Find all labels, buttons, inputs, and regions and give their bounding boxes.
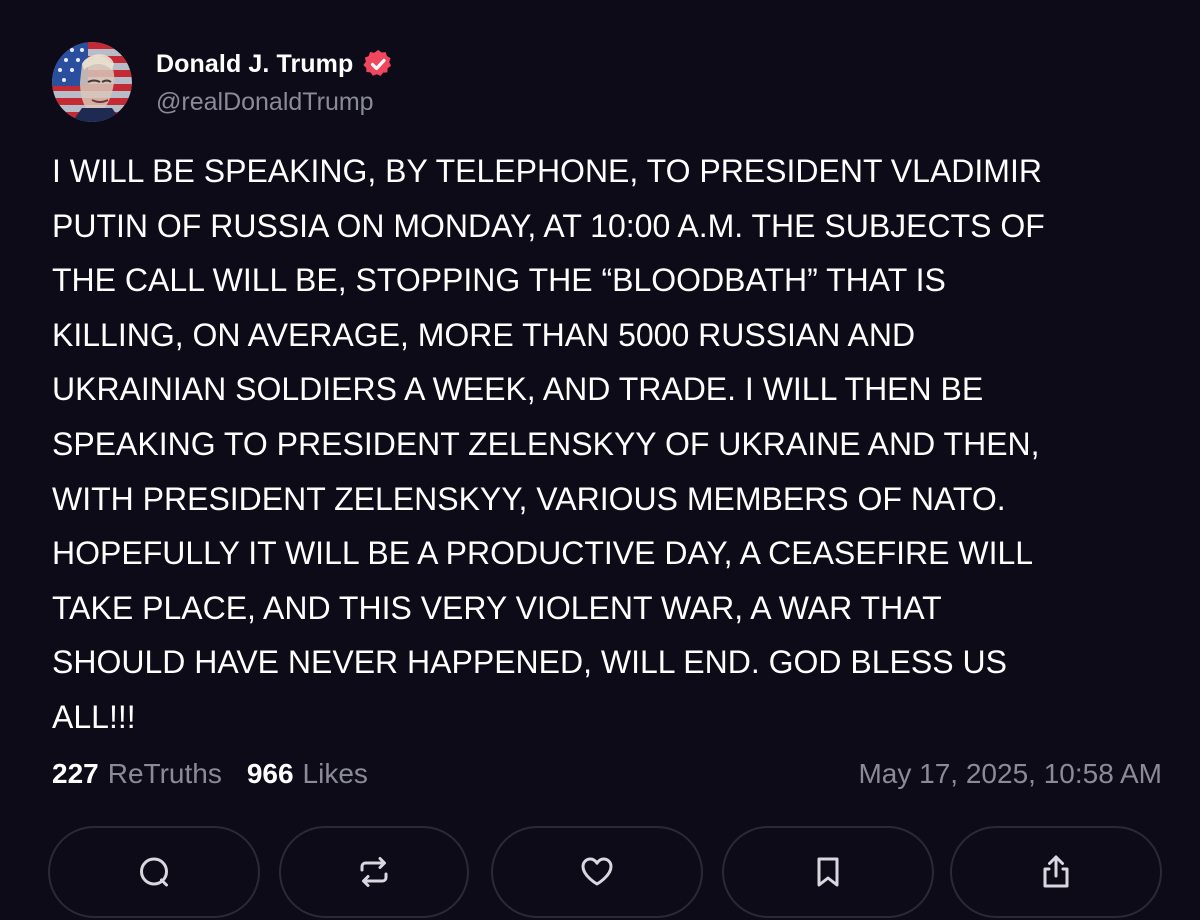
- likes-count: 966: [246, 758, 294, 789]
- post-stats: 227 ReTruths 966 Likes May 17, 2025, 10:…: [52, 752, 1162, 796]
- retruths-count: 227: [52, 758, 99, 789]
- retruth-button[interactable]: [279, 826, 469, 918]
- bookmark-icon: [817, 857, 839, 887]
- verified-badge-icon: [362, 48, 394, 80]
- like-icon: [581, 857, 613, 886]
- display-name-row: Donald J. Trump: [156, 44, 394, 84]
- retruths-label: ReTruths: [107, 758, 222, 789]
- handle[interactable]: @realDonaldTrump: [156, 84, 394, 120]
- post-text: I WILL BE SPEAKING, BY TELEPHONE, TO PRE…: [52, 153, 1045, 735]
- retruths-stat[interactable]: 227 ReTruths: [52, 758, 222, 790]
- like-button[interactable]: [491, 826, 703, 918]
- share-button[interactable]: [950, 826, 1162, 918]
- comment-icon: [140, 857, 168, 887]
- avatar[interactable]: [52, 42, 132, 122]
- action-bar: [48, 826, 1166, 920]
- likes-stat[interactable]: 966 Likes: [247, 758, 368, 790]
- comment-button[interactable]: [48, 826, 260, 918]
- post-timestamp[interactable]: May 17, 2025, 10:58 AM: [858, 758, 1162, 790]
- post-header: Donald J. Trump @realDonaldTrump: [52, 42, 394, 122]
- share-icon: [1043, 855, 1069, 888]
- retruth-icon: [360, 857, 388, 887]
- post-card: Donald J. Trump @realDonaldTrump I WILL …: [0, 0, 1200, 919]
- bookmark-button[interactable]: [722, 826, 934, 918]
- avatar-image: [52, 42, 132, 122]
- likes-label: Likes: [302, 758, 368, 789]
- author-info: Donald J. Trump @realDonaldTrump: [156, 44, 394, 120]
- display-name[interactable]: Donald J. Trump: [156, 50, 353, 79]
